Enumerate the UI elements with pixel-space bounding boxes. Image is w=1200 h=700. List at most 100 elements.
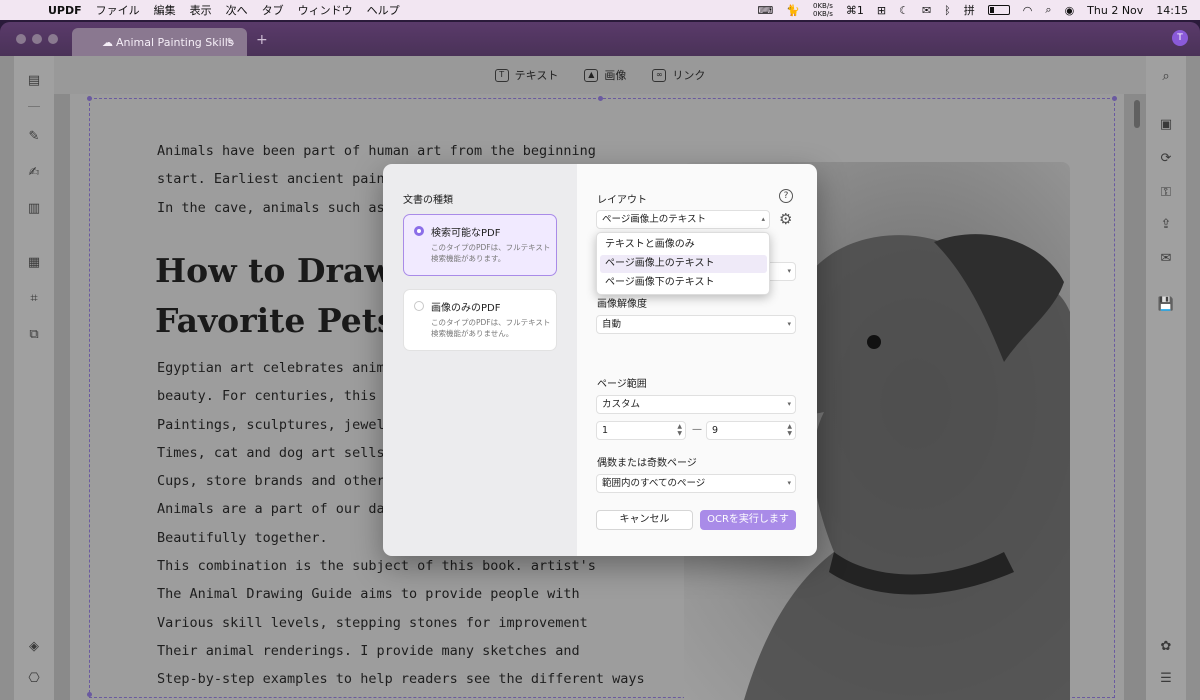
chevron-down-icon: ▾: [787, 400, 791, 408]
net-down-speed: 0KB/s: [813, 10, 833, 18]
edit-pdf-icon[interactable]: ✍: [24, 164, 44, 182]
resolution-select[interactable]: 自動 ▾: [596, 315, 796, 334]
bracket-count: 1: [856, 3, 864, 17]
cat-icon[interactable]: 🐈: [786, 4, 800, 17]
edit-toolbar: T テキスト ▲ 画像 ∞ リンク: [54, 56, 1146, 94]
bookmark-icon[interactable]: ⎔: [24, 670, 44, 688]
cloud-icon: ☁: [102, 35, 113, 49]
layout-select[interactable]: ページ画像上のテキスト ▴: [596, 210, 770, 229]
search-icon[interactable]: ⌕: [1156, 68, 1176, 86]
vertical-scrollbar[interactable]: [1134, 100, 1140, 128]
input-method-icon[interactable]: 拼: [964, 2, 975, 18]
menu-edit[interactable]: 編集: [154, 2, 176, 18]
clock-date[interactable]: Thu 2 Nov: [1087, 4, 1143, 17]
zoom-window-button[interactable]: [48, 34, 58, 44]
resolution-heading: 画像解像度: [597, 299, 647, 310]
stepper-arrows-icon[interactable]: ▲ ▼: [677, 423, 682, 437]
control-center-icon[interactable]: ◉: [1065, 4, 1075, 17]
comments-panel-icon[interactable]: ☰: [1156, 670, 1176, 688]
text-line: Animals have been part of human art from…: [157, 143, 596, 159]
add-link-button[interactable]: ∞ リンク: [652, 67, 705, 83]
chevron-down-icon: ▾: [787, 320, 791, 328]
comment-highlighter-icon[interactable]: ✎: [24, 128, 44, 146]
menu-help[interactable]: ヘルプ: [367, 2, 400, 18]
radio-button[interactable]: [414, 301, 424, 311]
resize-handle[interactable]: [1112, 96, 1117, 101]
menu-go[interactable]: 次へ: [226, 2, 248, 18]
run-ocr-button[interactable]: OCRを実行します: [700, 510, 796, 530]
page-range-heading: ページ範囲: [597, 379, 647, 390]
chevron-up-icon: ▴: [761, 215, 765, 223]
text-line: The Animal Drawing Guide aims to provide…: [157, 586, 580, 603]
share-icon[interactable]: ⇪: [1156, 216, 1176, 234]
ocr-icon[interactable]: ▣: [1156, 116, 1176, 134]
protect-icon[interactable]: ⚿: [1156, 184, 1176, 202]
search-icon[interactable]: ⌕: [1045, 3, 1051, 17]
radio-button[interactable]: [414, 226, 424, 236]
ocr-tool-icon[interactable]: ⧉: [24, 326, 44, 344]
cancel-button[interactable]: キャンセル: [596, 510, 693, 530]
bluetooth-icon[interactable]: ᛒ: [944, 4, 951, 17]
layout-option-text-under-image[interactable]: ページ画像下のテキスト: [600, 274, 767, 292]
save-icon[interactable]: 💾: [1156, 296, 1176, 314]
page-range-select-value: カスタム: [602, 399, 641, 410]
new-tab-button[interactable]: +: [256, 32, 268, 48]
bracket-icon[interactable]: ⌘1: [846, 4, 864, 17]
convert-icon[interactable]: ⟳: [1156, 150, 1176, 168]
menu-bar: UPDF ファイル 編集 表示 次へ タブ ウィンドウ ヘルプ ⌨ 🐈 0KB/…: [0, 0, 1200, 20]
add-image-button[interactable]: ▲ 画像: [584, 67, 626, 83]
keyboard-icon[interactable]: ⌨: [757, 4, 773, 17]
option-title: 検索可能なPDF: [431, 228, 501, 239]
text-line: This combination is the subject of this …: [157, 558, 596, 575]
wifi-icon[interactable]: ◠: [1023, 4, 1033, 17]
menu-tab[interactable]: タブ: [262, 2, 284, 18]
stepper-arrows-icon[interactable]: ▲ ▼: [787, 423, 792, 437]
gear-icon[interactable]: ⚙: [779, 212, 792, 227]
network-speed[interactable]: 0KB/s 0KB/s: [813, 2, 833, 18]
layout-option-text-over-image[interactable]: ページ画像上のテキスト: [600, 255, 767, 273]
tab-title: Animal Painting Skills: [116, 35, 234, 49]
menu-view[interactable]: 表示: [190, 2, 212, 18]
moon-icon[interactable]: ☾: [899, 4, 909, 17]
text-tool-icon: T: [494, 68, 509, 82]
menu-app-name[interactable]: UPDF: [48, 4, 82, 17]
document-tab[interactable]: ☁ Animal Painting Skills ✎: [72, 28, 247, 56]
ai-assistant-icon[interactable]: ✿: [1156, 638, 1176, 656]
link-tool-icon: ∞: [652, 68, 667, 82]
add-text-button[interactable]: T テキスト: [494, 67, 558, 83]
range-from-value: 1: [602, 425, 609, 436]
mail-icon[interactable]: ✉: [922, 4, 931, 17]
text-line: Step-by-step examples to help readers se…: [157, 671, 645, 688]
odd-even-select[interactable]: 範囲内のすべてのページ ▾: [596, 474, 796, 493]
crop-icon[interactable]: ⌗: [24, 290, 44, 308]
searchable-pdf-option[interactable]: 検索可能なPDF このタイプのPDFは、フルテキスト検索機能があります。: [403, 214, 557, 276]
help-icon[interactable]: ?: [779, 189, 793, 203]
range-to-input[interactable]: 9 ▲ ▼: [706, 421, 796, 440]
range-from-input[interactable]: 1 ▲ ▼: [596, 421, 686, 440]
menu-window[interactable]: ウィンドウ: [298, 2, 353, 18]
battery-icon[interactable]: [987, 5, 1010, 15]
add-image-label: 画像: [604, 69, 627, 82]
resize-handle[interactable]: [87, 692, 92, 697]
form-icon[interactable]: ▦: [24, 254, 44, 272]
resize-handle[interactable]: [87, 96, 92, 101]
email-icon[interactable]: ✉: [1156, 250, 1176, 268]
text-line: Their animal renderings. I provide many …: [157, 642, 580, 659]
net-up-speed: 0KB/s: [813, 2, 833, 10]
avatar[interactable]: T: [1172, 30, 1188, 46]
rename-pencil-icon[interactable]: ✎: [227, 37, 235, 48]
grid-icon[interactable]: ⊞: [877, 4, 886, 17]
minimize-window-button[interactable]: [32, 34, 42, 44]
layout-option-text-and-images[interactable]: テキストと画像のみ: [600, 236, 767, 254]
layers-icon[interactable]: ◈: [24, 638, 44, 656]
page-range-select[interactable]: カスタム ▾: [596, 395, 796, 414]
reader-icon[interactable]: ▤: [24, 72, 44, 90]
image-only-pdf-option[interactable]: 画像のみのPDF このタイプのPDFは、フルテキスト検索機能がありません。: [403, 289, 557, 351]
image-tool-icon: ▲: [584, 68, 599, 82]
clock-time[interactable]: 14:15: [1156, 4, 1188, 17]
organize-pages-icon[interactable]: ▥: [24, 200, 44, 218]
resize-handle[interactable]: [598, 96, 603, 101]
close-window-button[interactable]: [16, 34, 26, 44]
menu-file[interactable]: ファイル: [96, 2, 140, 18]
chevron-down-icon: ▾: [787, 267, 791, 275]
